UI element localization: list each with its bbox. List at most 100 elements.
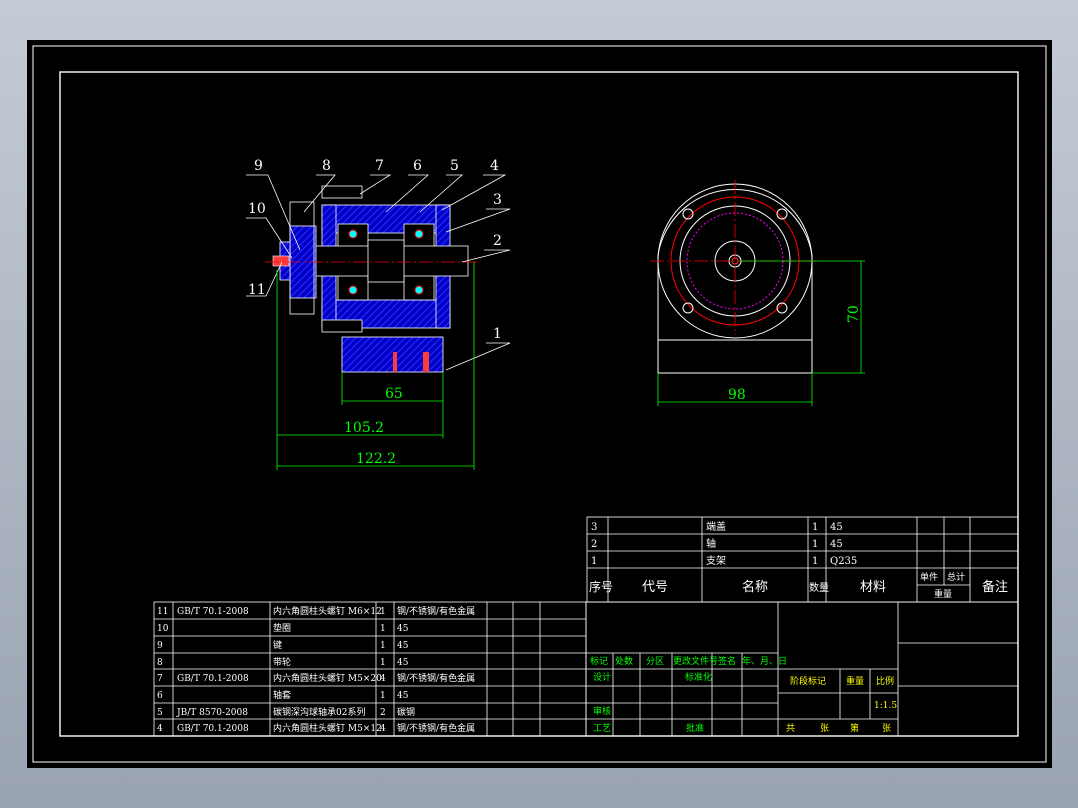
tb-approve: 批准 [686, 722, 704, 734]
bracket-bolt-slot [393, 352, 397, 372]
svg-text:轴套: 轴套 [273, 689, 291, 701]
tb-weight: 重量 [846, 675, 864, 687]
svg-text:2: 2 [380, 708, 386, 718]
header-no: 序号 [589, 579, 613, 594]
upper-bom-material: 45 [830, 539, 843, 550]
svg-text:4: 4 [380, 724, 386, 734]
balloon-2: 2 [493, 233, 502, 249]
svg-text:GB/T 70.1-2008: GB/T 70.1-2008 [177, 607, 249, 617]
svg-text:1: 1 [380, 607, 386, 617]
svg-text:45: 45 [397, 658, 409, 668]
table-row: 4 GB/T 70.1-2008 内六角圆柱头螺钉 M5×12 4 钢/不锈钢/… [157, 722, 475, 734]
tb-process: 工艺 [593, 723, 611, 734]
svg-text:10: 10 [157, 624, 169, 634]
header-code: 代号 [642, 580, 668, 595]
svg-text:钢/不锈钢/有色金属: 钢/不锈钢/有色金属 [397, 605, 475, 617]
table-row: 7 GB/T 70.1-2008 内六角圆柱头螺钉 M5×20 4 钢/不锈钢/… [157, 672, 475, 684]
svg-text:碳钢深沟球轴承02系列: 碳钢深沟球轴承02系列 [273, 706, 365, 718]
balloon-11: 11 [248, 282, 266, 298]
svg-text:1: 1 [380, 624, 386, 634]
balloon-7: 7 [375, 158, 384, 174]
svg-text:11: 11 [157, 607, 168, 617]
balloon-10: 10 [248, 201, 266, 217]
header-total: 总计 [947, 571, 965, 583]
svg-text:内六角圆柱头螺钉 M5×20: 内六角圆柱头螺钉 M5×20 [273, 672, 382, 684]
header-qty: 数量 [809, 581, 829, 594]
svg-text:键: 键 [273, 639, 282, 651]
upper-bom-qty: 1 [812, 522, 818, 533]
cad-drawing: 9 8 7 6 5 4 10 3 2 11 1 65 105.2 122.2 9… [27, 40, 1052, 768]
svg-text:内六角圆柱头螺钉 M5×12: 内六角圆柱头螺钉 M5×12 [273, 722, 382, 734]
table-row: 11 GB/T 70.1-2008 内六角圆柱头螺钉 M6×12 1 钢/不锈钢… [157, 605, 475, 617]
header-unit: 单件 [920, 571, 938, 583]
svg-text:5: 5 [157, 708, 163, 718]
upper-bom-no: 1 [591, 556, 597, 567]
svg-text:带轮: 带轮 [273, 656, 291, 668]
dim-70: 70 [846, 305, 862, 323]
tb-sheets: 张 [820, 723, 829, 734]
upper-bom-qty: 1 [812, 539, 818, 550]
tb-page-unit: 张 [882, 723, 891, 734]
tb-date: 年、月、日 [742, 655, 787, 667]
ball-right-bottom [414, 285, 424, 295]
balloon-4: 4 [490, 158, 499, 174]
dim-98: 98 [728, 387, 746, 403]
svg-text:钢/不锈钢/有色金属: 钢/不锈钢/有色金属 [397, 672, 475, 684]
bracket-slot-right [423, 352, 429, 372]
svg-text:4: 4 [157, 724, 163, 734]
tb-standard: 标准化 [685, 671, 712, 683]
balloon-6: 6 [413, 158, 422, 174]
balloon-9: 9 [254, 158, 263, 174]
top-screw [321, 185, 363, 199]
svg-text:钢/不锈钢/有色金属: 钢/不锈钢/有色金属 [397, 722, 475, 734]
header-material: 材料 [860, 580, 886, 595]
upper-bom-material: 45 [830, 522, 843, 533]
svg-text:45: 45 [397, 641, 409, 651]
svg-text:45: 45 [397, 624, 409, 634]
tb-stage-mark: 阶段标记 [790, 675, 826, 687]
svg-text:45: 45 [397, 691, 409, 701]
ball-left-top [348, 229, 358, 239]
svg-text:6: 6 [157, 691, 163, 701]
dim-105-2: 105.2 [344, 420, 384, 436]
tb-scale: 比例 [876, 675, 894, 687]
upper-bom-no: 3 [591, 522, 597, 533]
svg-text:碳钢: 碳钢 [397, 706, 415, 718]
tb-zone: 分区 [646, 656, 664, 667]
tb-count: 处数 [615, 655, 633, 667]
balloon-3: 3 [493, 192, 502, 208]
balloon-1: 1 [493, 326, 502, 342]
svg-text:垫圈: 垫圈 [273, 622, 291, 634]
header-name: 名称 [742, 579, 768, 595]
svg-text:8: 8 [157, 658, 163, 668]
svg-text:JB/T 8570-2008: JB/T 8570-2008 [176, 708, 248, 718]
upper-bom-name: 轴 [706, 537, 716, 550]
header-remark: 备注 [982, 579, 1008, 595]
tb-sign: 签名 [718, 655, 736, 667]
upper-bom-name: 支架 [706, 555, 726, 567]
tb-total: 共 [786, 723, 795, 734]
svg-text:1: 1 [380, 641, 386, 651]
upper-bom-material: Q235 [830, 556, 857, 567]
tb-check: 审核 [593, 705, 611, 717]
svg-text:内六角圆柱头螺钉 M6×12: 内六角圆柱头螺钉 M6×12 [273, 605, 382, 617]
dim-122-2: 122.2 [356, 451, 396, 467]
svg-text:9: 9 [157, 641, 163, 651]
svg-text:GB/T 70.1-2008: GB/T 70.1-2008 [177, 724, 249, 734]
bottom-screw [321, 319, 363, 333]
ball-left-bottom [348, 285, 358, 295]
header-weight: 重量 [934, 588, 952, 600]
svg-text:7: 7 [157, 674, 163, 684]
ball-right-top [414, 229, 424, 239]
balloon-5: 5 [450, 158, 459, 174]
tb-doc-no: 更改文件号 [673, 655, 718, 667]
tb-design: 设计 [593, 671, 611, 683]
balloon-8: 8 [322, 158, 331, 174]
svg-text:1: 1 [380, 658, 386, 668]
dim-65: 65 [385, 386, 403, 402]
shaft-step [367, 239, 405, 283]
tb-page: 第 [850, 722, 859, 734]
svg-text:GB/T 70.1-2008: GB/T 70.1-2008 [177, 674, 249, 684]
tb-scale-value: 1:1.5 [874, 701, 897, 711]
upper-bom-qty: 1 [812, 556, 818, 567]
